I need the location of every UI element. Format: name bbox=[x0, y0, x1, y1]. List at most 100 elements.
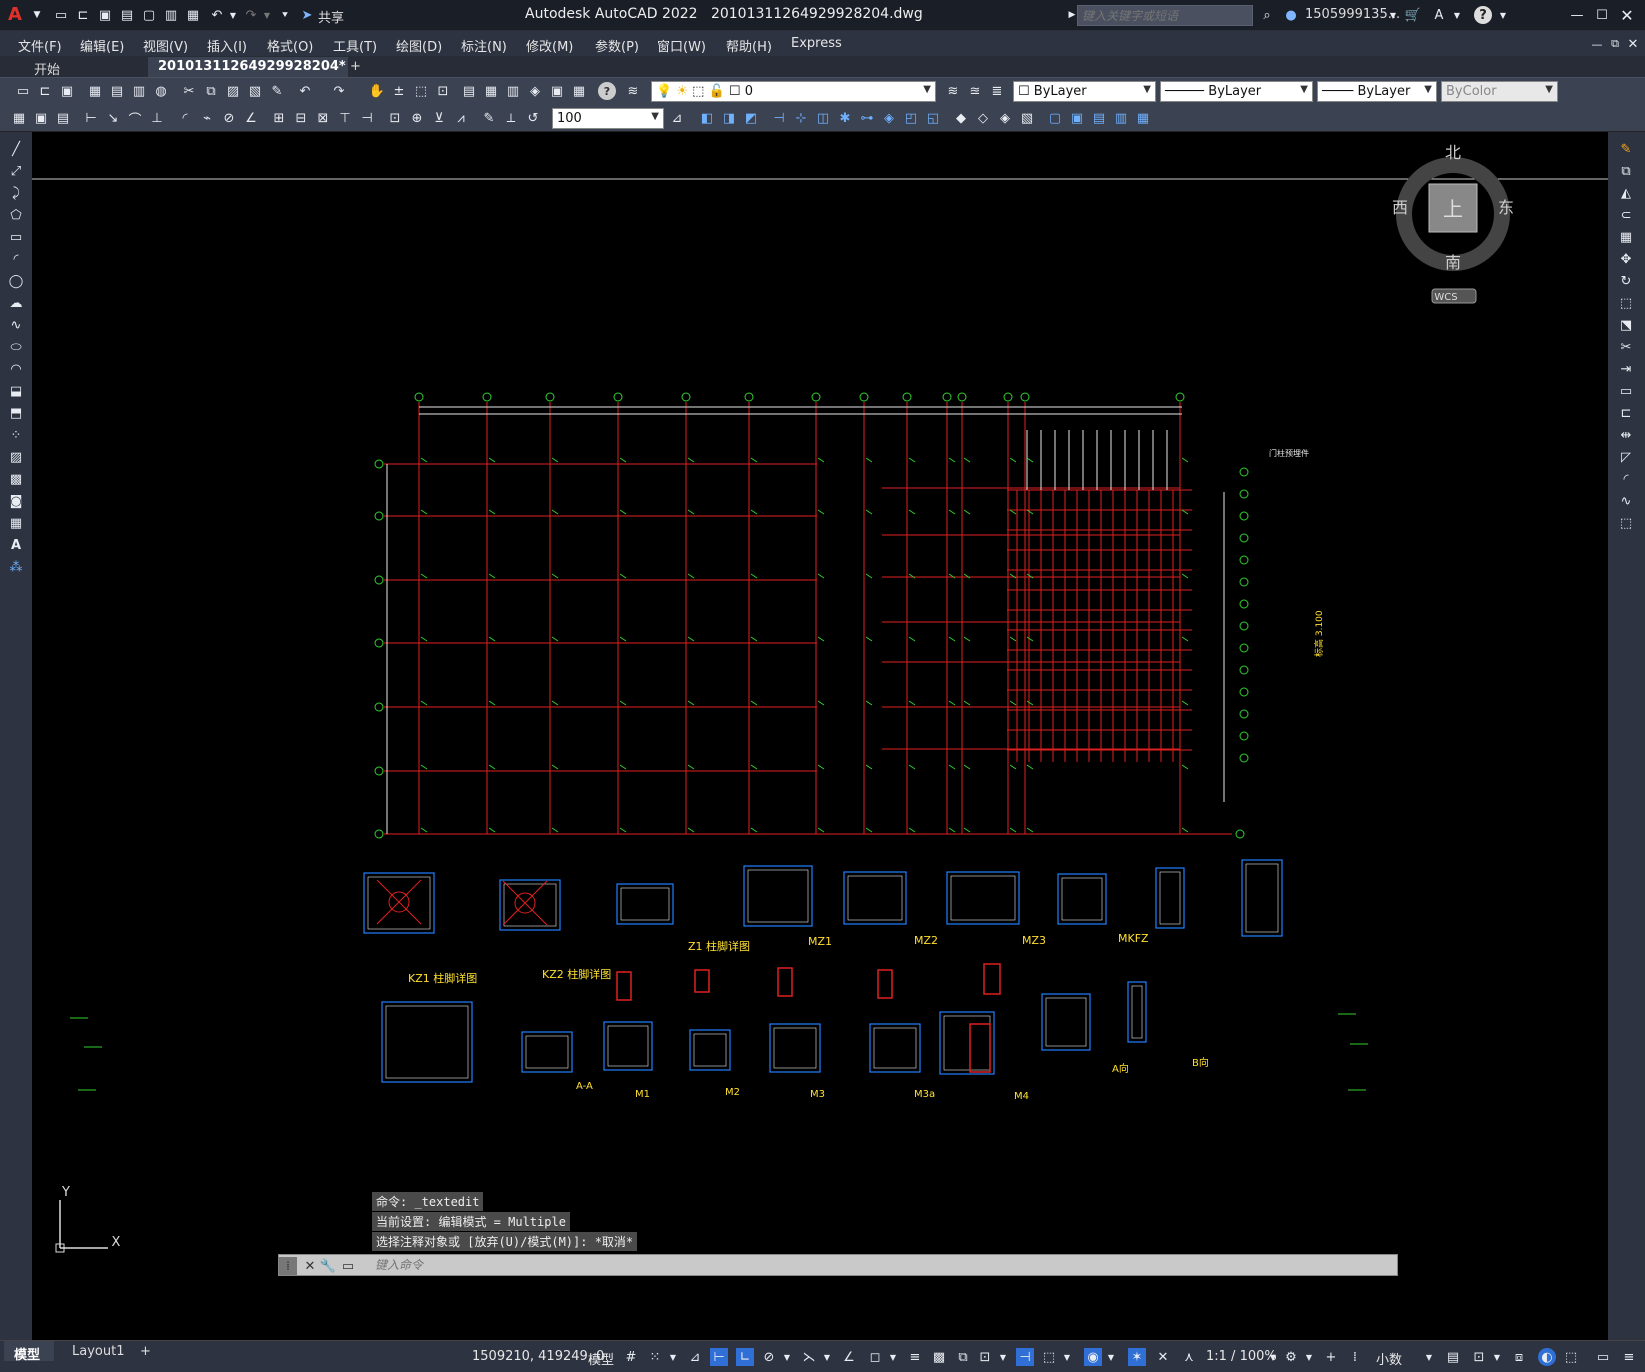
menu-parametric[interactable]: 参数(P) bbox=[595, 36, 639, 55]
markup-icon[interactable]: ▣ bbox=[548, 82, 566, 100]
ortho-icon[interactable]: ∟ bbox=[736, 1348, 754, 1366]
solid-8-icon[interactable]: ▥ bbox=[1112, 109, 1130, 127]
dim-radius-icon[interactable]: ◜ bbox=[176, 109, 194, 127]
dim-linear-icon[interactable]: ⊢ bbox=[82, 109, 100, 127]
color-combo[interactable]: ☐ ByLayer ▼ bbox=[1013, 81, 1156, 102]
viewcube-west[interactable]: 西 bbox=[1392, 198, 1408, 217]
pan-icon[interactable]: ✋ bbox=[368, 82, 386, 100]
clean-screen-icon[interactable]: ⬚ bbox=[1562, 1348, 1580, 1366]
cart-icon[interactable]: 🛒 bbox=[1404, 6, 1422, 24]
offset-icon[interactable]: ⊂ bbox=[1617, 206, 1635, 224]
dim-angular-icon[interactable]: ∠ bbox=[242, 109, 260, 127]
move-icon[interactable]: ✥ bbox=[1617, 250, 1635, 268]
annotation-scale-icon[interactable]: ⋏ bbox=[1180, 1348, 1198, 1366]
block-editor-icon[interactable]: ✎ bbox=[268, 82, 286, 100]
hatch-icon[interactable]: ▨ bbox=[7, 448, 25, 466]
snap-icon[interactable]: ⁙ bbox=[646, 1348, 664, 1366]
workspace-gear-icon[interactable]: ⚙ bbox=[1282, 1348, 1300, 1366]
fullscreen-icon[interactable]: ▭ bbox=[1594, 1348, 1612, 1366]
mirror-icon[interactable]: ◭ bbox=[1617, 184, 1635, 202]
menu-help[interactable]: 帮助(H) bbox=[726, 36, 772, 55]
layer-previous-icon[interactable]: ≊ bbox=[966, 82, 984, 100]
solid-1-icon[interactable]: ◆ bbox=[952, 109, 970, 127]
scale-icon[interactable]: ⬚ bbox=[1617, 294, 1635, 312]
open-file-icon[interactable]: ⊏ bbox=[74, 6, 92, 24]
dim-jogged-icon[interactable]: ⌁ bbox=[198, 109, 216, 127]
dim-space-icon[interactable]: ⊤ bbox=[336, 109, 354, 127]
point-icon[interactable]: ⁘ bbox=[7, 426, 25, 444]
save-icon[interactable]: ▣ bbox=[96, 6, 114, 24]
dim-diameter-icon[interactable]: ⊘ bbox=[220, 109, 238, 127]
menu-tools[interactable]: 工具(T) bbox=[333, 36, 377, 55]
tab-drawing[interactable]: 20101311264929928204* bbox=[148, 57, 348, 77]
coordinate-readout[interactable]: 1509210, 419249, 0 bbox=[472, 1349, 604, 1364]
quick-dim-icon[interactable]: ⊞ bbox=[270, 109, 288, 127]
insert-block-icon[interactable]: ⬓ bbox=[7, 382, 25, 400]
dim-baseline-icon[interactable]: ⊟ bbox=[292, 109, 310, 127]
layer-manager-icon[interactable]: ≋ bbox=[624, 82, 642, 100]
lock-ui-dropdown-icon[interactable]: ▼ bbox=[1488, 1348, 1506, 1366]
plotstyle-combo[interactable]: ByColor ▼ bbox=[1441, 81, 1558, 102]
menu-format[interactable]: 格式(O) bbox=[267, 36, 313, 55]
menu-view[interactable]: 视图(V) bbox=[143, 36, 188, 55]
grid-icon[interactable]: # bbox=[622, 1348, 640, 1366]
tool-a-icon[interactable]: ▦ bbox=[10, 109, 28, 127]
menu-insert[interactable]: 插入(I) bbox=[207, 36, 247, 55]
ellipse-arc-icon[interactable]: ◠ bbox=[7, 360, 25, 378]
break-icon[interactable]: ⊏ bbox=[1617, 404, 1635, 422]
menu-express[interactable]: Express bbox=[791, 36, 842, 51]
solid-5-icon[interactable]: ▢ bbox=[1046, 109, 1064, 127]
zoom-window-icon[interactable]: ⬚ bbox=[412, 82, 430, 100]
save-web-icon[interactable]: ▥ bbox=[162, 6, 180, 24]
center-mark-icon[interactable]: ⊕ bbox=[408, 109, 426, 127]
cut-icon[interactable]: ✂ bbox=[180, 82, 198, 100]
close-icon[interactable]: ✕ bbox=[1618, 6, 1636, 25]
modify-7-icon[interactable]: ✱ bbox=[836, 109, 854, 127]
share-icon[interactable]: ➤ bbox=[298, 6, 316, 24]
menu-edit[interactable]: 编辑(E) bbox=[80, 36, 124, 55]
minimize-icon[interactable]: — bbox=[1568, 6, 1586, 24]
dynamic-input-icon[interactable]: ⊢ bbox=[710, 1348, 728, 1366]
dim-aligned-icon[interactable]: ↘ bbox=[104, 109, 122, 127]
polar-icon[interactable]: ⊘ bbox=[760, 1348, 778, 1366]
solid-7-icon[interactable]: ▤ bbox=[1090, 109, 1108, 127]
app-menu-chevron-icon[interactable]: ▼ bbox=[28, 6, 46, 24]
3d-osnap-dropdown-icon[interactable]: ▼ bbox=[994, 1348, 1012, 1366]
units-grip-icon[interactable]: ⁞ bbox=[1346, 1348, 1364, 1366]
erase-icon[interactable]: ✎ bbox=[1617, 140, 1635, 158]
menu-file[interactable]: 文件(F) bbox=[18, 36, 62, 55]
3d-osnap-icon[interactable]: ⊡ bbox=[976, 1348, 994, 1366]
modify-6-icon[interactable]: ◫ bbox=[814, 109, 832, 127]
open-icon[interactable]: ⊏ bbox=[36, 82, 54, 100]
gizmo-dropdown-icon[interactable]: ▼ bbox=[1102, 1348, 1120, 1366]
rotate-icon[interactable]: ↻ bbox=[1617, 272, 1635, 290]
scale-combo[interactable]: 100 ▼ bbox=[552, 108, 664, 129]
tab-add[interactable]: + bbox=[340, 57, 371, 77]
zoom-previous-icon[interactable]: ⊡ bbox=[434, 82, 452, 100]
sheetset-icon[interactable]: ◈ bbox=[526, 82, 544, 100]
command-close-icon[interactable]: ✕ bbox=[301, 1257, 319, 1275]
command-grip-icon[interactable]: ⁞ bbox=[279, 1257, 297, 1275]
polyline-icon[interactable]: ⤸ bbox=[7, 184, 25, 202]
inspect-icon[interactable]: ⊻ bbox=[430, 109, 448, 127]
open-web-icon[interactable]: ▢ bbox=[140, 6, 158, 24]
line-icon[interactable]: ╱ bbox=[7, 140, 25, 158]
solid-9-icon[interactable]: ▦ bbox=[1134, 109, 1152, 127]
solid-6-icon[interactable]: ▣ bbox=[1068, 109, 1086, 127]
circle-icon[interactable]: ◯ bbox=[7, 272, 25, 290]
modify-5-icon[interactable]: ⊹ bbox=[792, 109, 810, 127]
search-input[interactable] bbox=[1077, 5, 1253, 26]
customize-quick-access-icon[interactable]: ⯆ bbox=[276, 6, 294, 24]
viewcube[interactable]: 上 北 南 东 西 WCS bbox=[1392, 143, 1514, 304]
object-snap-tracking-icon[interactable]: ∠ bbox=[840, 1348, 858, 1366]
doc-restore-icon[interactable]: ⧉ bbox=[1606, 35, 1624, 53]
fillet-icon[interactable]: ◜ bbox=[1617, 470, 1635, 488]
zoom-realtime-icon[interactable]: ± bbox=[390, 82, 408, 100]
save-as-icon[interactable]: ▤ bbox=[118, 6, 136, 24]
isolate-objects-icon[interactable]: ⧈ bbox=[1510, 1348, 1528, 1366]
modify-4-icon[interactable]: ⊣ bbox=[770, 109, 788, 127]
autocad-logo-icon[interactable]: A bbox=[8, 4, 22, 25]
menu-modify[interactable]: 修改(M) bbox=[526, 36, 573, 55]
tool-c-icon[interactable]: ▤ bbox=[54, 109, 72, 127]
add-selected-icon[interactable]: ⁂ bbox=[7, 558, 25, 576]
